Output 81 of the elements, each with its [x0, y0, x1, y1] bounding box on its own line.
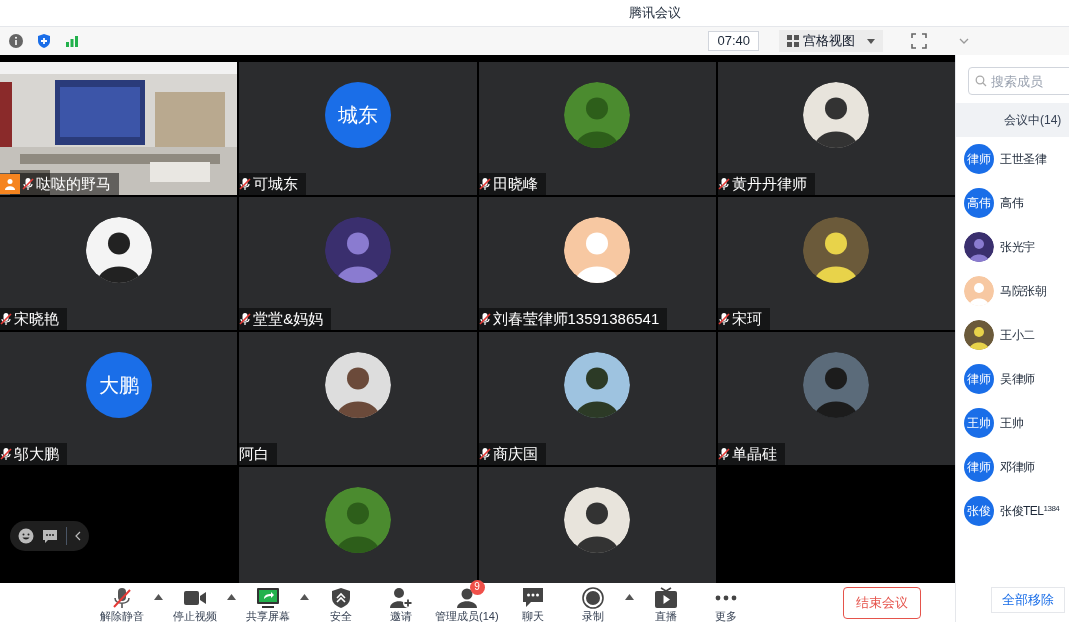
search-field[interactable]: 搜索成员 — [968, 67, 1069, 95]
participant-label: 刘春莹律师13591386541 — [478, 308, 668, 330]
avatar: 律师 — [964, 144, 994, 174]
participant-label: 邬大鹏 — [0, 443, 67, 465]
avatar: 城东 — [324, 82, 391, 148]
remove-all-button[interactable]: 全部移除 — [991, 587, 1065, 613]
member-count-heading: 会议中(14) — [1004, 112, 1062, 129]
avatar-image — [324, 352, 391, 418]
caret-up-icon[interactable] — [624, 593, 634, 600]
share-screen-icon — [256, 586, 280, 609]
tv-play-icon — [653, 586, 678, 609]
emoji-icon[interactable] — [18, 528, 34, 544]
search-icon — [975, 75, 987, 87]
avatar: 大鹏 — [85, 352, 152, 418]
member-row[interactable]: 张俊 张俊TEL$^{1384}$ — [956, 489, 1069, 533]
avatar-image — [564, 217, 631, 283]
end-meeting-button[interactable]: 结束会议 — [843, 586, 921, 619]
avatar: 律师 — [964, 364, 994, 394]
participant-label: 田晓峰 — [478, 173, 546, 195]
view-dropdown[interactable]: 宫格视图 — [779, 30, 883, 52]
muted-mic-icon — [111, 586, 133, 609]
member-row[interactable]: 王小二 — [956, 313, 1069, 357]
shield-icon[interactable] — [36, 33, 52, 49]
toolbar-button[interactable]: 更多 — [695, 583, 756, 622]
avatar-image — [564, 352, 631, 418]
avatar-image — [803, 217, 870, 283]
avatar-image — [803, 82, 870, 148]
avatar-image — [964, 232, 994, 262]
participant-label: 宋珂 — [717, 308, 770, 330]
avatar-image — [85, 217, 152, 283]
record-icon — [581, 586, 604, 609]
window-title: 腾讯会议 — [628, 4, 681, 23]
member-row[interactable]: 律师 吴律师 — [956, 357, 1069, 401]
member-row[interactable]: 律师 邓律师 — [956, 445, 1069, 489]
avatar: 王帅 — [964, 408, 994, 438]
participant-label: 单晶硅 — [717, 443, 785, 465]
chat-icon — [521, 587, 544, 608]
caret-up-icon[interactable] — [154, 593, 163, 600]
participant-label: 哒哒的野马 — [0, 173, 119, 195]
member-row[interactable]: 马院张朝 — [956, 269, 1069, 313]
participant-label: 商庆国 — [478, 443, 546, 465]
grid-icon — [787, 35, 799, 47]
caret-up-icon[interactable] — [227, 593, 236, 600]
avatar-image — [564, 82, 631, 148]
toolbar-button[interactable]: 共享屏幕 — [238, 583, 298, 622]
toolbar-button[interactable]: 停止视频 — [165, 583, 225, 622]
avatar-image — [964, 276, 994, 306]
member-row[interactable]: 高伟 高伟 — [956, 181, 1069, 225]
participant-label: 宋晓艳 — [0, 308, 67, 330]
shield-icon — [331, 586, 351, 609]
caret-up-icon[interactable] — [300, 593, 309, 600]
add-person-icon — [389, 586, 413, 609]
toolbar-button[interactable]: 邀请 — [371, 583, 431, 622]
member-row[interactable]: 律师 王世圣律 — [956, 137, 1069, 181]
avatar-image — [964, 320, 994, 350]
avatar: 高伟 — [964, 188, 994, 218]
meeting-timer: 07:40 — [708, 31, 759, 51]
toolbar-button[interactable]: 直播 — [635, 583, 696, 622]
avatar-image — [324, 217, 391, 283]
chat-icon[interactable] — [42, 528, 58, 544]
participant-label: 黄丹丹律师 — [717, 173, 815, 195]
more-icon — [713, 594, 738, 601]
avatar: 律师 — [964, 452, 994, 482]
member-row[interactable]: 王帅 王帅 — [956, 401, 1069, 445]
info-icon[interactable] — [8, 33, 24, 49]
participant-label: 可城东 — [239, 173, 307, 195]
member-row[interactable]: 张光宇 — [956, 225, 1069, 269]
fullscreen-icon[interactable] — [911, 33, 927, 49]
signal-icon[interactable] — [64, 33, 80, 49]
avatar-image — [324, 487, 391, 553]
toolbar-button[interactable]: 聊天 — [502, 583, 563, 622]
toolbar-button[interactable]: 解除静音 — [92, 583, 152, 622]
avatar: 张俊 — [964, 496, 994, 526]
caret-icon — [867, 38, 875, 44]
participant-label: 堂堂&妈妈 — [239, 308, 332, 330]
chevron-down-icon[interactable] — [959, 37, 969, 45]
toolbar-button[interactable]: 安全 — [311, 583, 371, 622]
avatar-image — [564, 487, 631, 553]
avatar-image — [803, 352, 870, 418]
toolbar-button[interactable]: 录制 — [562, 583, 623, 622]
participant-label: 阿白 — [239, 443, 278, 465]
